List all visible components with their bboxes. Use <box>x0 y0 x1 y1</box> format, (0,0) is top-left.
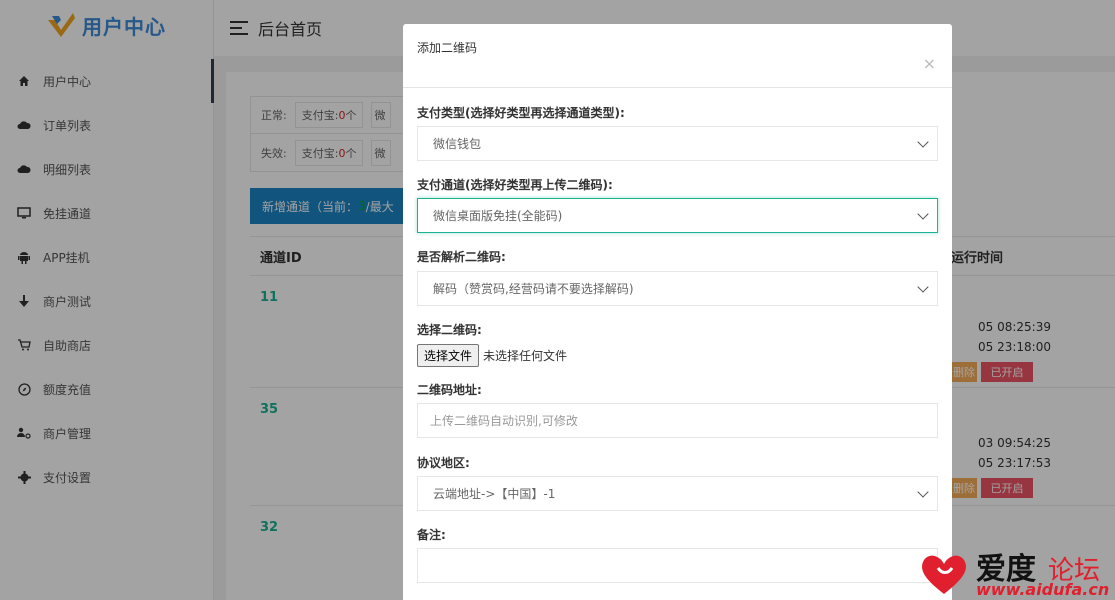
heart-icon <box>922 555 966 594</box>
channel-select[interactable]: 微信桌面版免挂(全能码) <box>417 198 938 233</box>
qr-url-input[interactable]: 上传二维码自动识别,可修改 <box>417 403 938 438</box>
choose-file-button[interactable]: 选择文件 <box>417 344 480 367</box>
close-icon[interactable]: × <box>923 54 936 73</box>
chevron-down-icon <box>917 208 929 220</box>
channel-value: 微信桌面版免挂(全能码) <box>433 209 563 223</box>
file-label: 选择二维码: <box>417 323 482 337</box>
channel-label: 支付通道(选择好类型再上传二维码): <box>417 178 613 192</box>
qr-url-placeholder: 上传二维码自动识别,可修改 <box>430 414 578 428</box>
decode-label: 是否解析二维码: <box>417 250 506 264</box>
pay-type-label: 支付类型(选择好类型再选择通道类型): <box>417 106 625 120</box>
file-status: 未选择任何文件 <box>483 349 568 363</box>
region-select[interactable]: 云端地址->【中国】-1 <box>417 476 938 511</box>
remark-label: 备注: <box>417 528 446 542</box>
pay-type-select[interactable]: 微信钱包 <box>417 126 938 161</box>
file-input: 选择文件 未选择任何文件 <box>417 344 567 367</box>
chevron-down-icon <box>917 281 929 293</box>
remark-input[interactable] <box>417 548 938 583</box>
add-qrcode-modal: 添加二维码 × 支付类型(选择好类型再选择通道类型): 微信钱包 支付通道(选择… <box>403 24 952 600</box>
modal-title: 添加二维码 <box>417 41 478 55</box>
region-label: 协议地区: <box>417 456 470 470</box>
decode-value: 解码（赞赏码,经营码请不要选择解码) <box>433 282 634 296</box>
region-value: 云端地址->【中国】-1 <box>433 487 556 501</box>
watermark-url: www.aidufa.cn <box>976 580 1110 599</box>
watermark-logo: 爱度 论坛 www.aidufa.cn <box>918 540 1115 600</box>
modal-header: 添加二维码 × <box>403 24 952 88</box>
chevron-down-icon <box>917 486 929 498</box>
chevron-down-icon <box>917 136 929 148</box>
qr-url-label: 二维码地址: <box>417 383 482 397</box>
pay-type-value: 微信钱包 <box>433 137 482 151</box>
decode-select[interactable]: 解码（赞赏码,经营码请不要选择解码) <box>417 271 938 306</box>
